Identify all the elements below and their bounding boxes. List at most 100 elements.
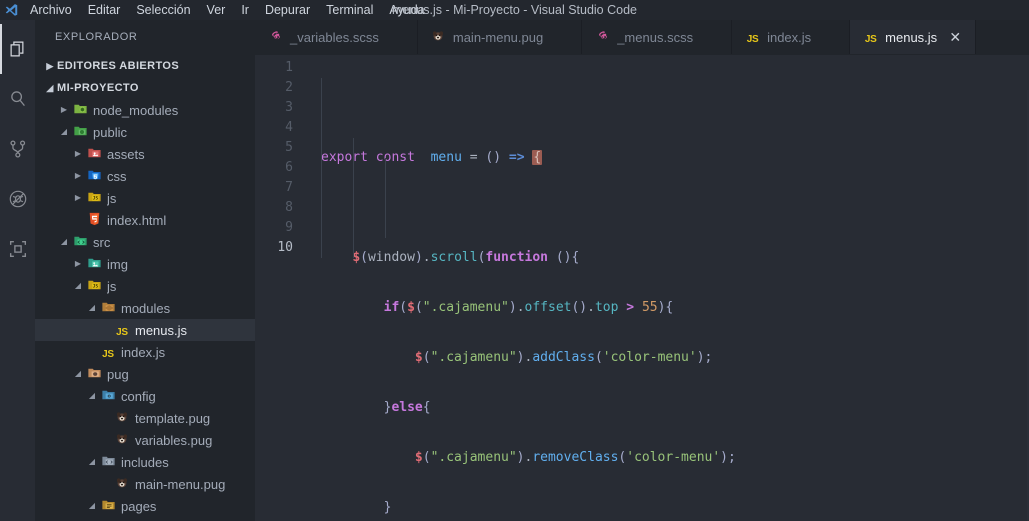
- tab-label: index.js: [767, 29, 812, 45]
- menu-bar[interactable]: Archivo Editar Selección Ver Ir Depurar …: [22, 0, 433, 20]
- editor-tab[interactable]: _menus.scss✕: [582, 20, 733, 54]
- tree-folder[interactable]: ▶ JS js: [35, 187, 255, 209]
- tree-file[interactable]: ▶main-menu.pug: [35, 473, 255, 495]
- tab-bar: _variables.scss✕main-menu.pug✕_menus.scs…: [255, 20, 1029, 55]
- file-icon-wrapper: [71, 102, 89, 118]
- pug-file-icon: [115, 410, 129, 427]
- tree-folder[interactable]: ▶ assets: [35, 143, 255, 165]
- menu-seleccion[interactable]: Selección: [128, 0, 198, 20]
- activitybar-item-search[interactable]: [0, 74, 35, 124]
- menu-depurar[interactable]: Depurar: [257, 0, 318, 20]
- folder-pages-icon: [101, 498, 116, 515]
- line-number: 7: [285, 180, 293, 195]
- chevron-right-icon[interactable]: ▶: [71, 187, 85, 209]
- editor-tab[interactable]: main-menu.pug✕: [417, 20, 583, 54]
- folder-js-icon: JS: [87, 278, 102, 295]
- line-number: 10: [277, 240, 293, 255]
- file-icon-wrapper: [99, 300, 117, 316]
- chevron-right-icon[interactable]: ▶: [57, 99, 71, 121]
- code-content[interactable]: export const menu = () => { $(window).sc…: [307, 55, 1029, 521]
- chevron-right-icon[interactable]: ▶: [71, 143, 85, 165]
- code-line-5: $(".cajamenu").addClass('color-menu');: [414, 350, 713, 365]
- section-open-editors-label: EDITORES ABIERTOS: [57, 60, 180, 72]
- menu-terminal[interactable]: Terminal: [318, 0, 381, 20]
- tree-folder[interactable]: ◢ includes: [35, 451, 255, 473]
- code-line-6: }else{: [383, 400, 431, 415]
- tree-file[interactable]: ▶JSindex.js: [35, 341, 255, 363]
- js-file-icon: JS: [746, 33, 759, 45]
- activitybar-item-explorer[interactable]: [0, 24, 35, 74]
- tree-folder[interactable]: ◢ src: [35, 231, 255, 253]
- tree-folder[interactable]: ▶ node_modules: [35, 99, 255, 121]
- file-icon-wrapper: [85, 212, 103, 228]
- section-project-root[interactable]: ◢ MI-PROYECTO: [35, 77, 255, 99]
- tree-folder[interactable]: ◢ modules: [35, 297, 255, 319]
- editor-tab[interactable]: JS menus.js ✕: [850, 20, 977, 54]
- scss-file-icon: [596, 29, 610, 46]
- js-file-icon: JS: [864, 33, 877, 45]
- folder-includes-icon: [101, 454, 116, 471]
- tab-file-icon: [594, 29, 611, 46]
- menu-editar[interactable]: Editar: [80, 0, 129, 20]
- js-file-icon: JS: [116, 326, 128, 338]
- tree-folder[interactable]: ◢ pug: [35, 363, 255, 385]
- code-line-7: $(".cajamenu").removeClass('color-menu')…: [414, 450, 736, 465]
- tab-file-icon: [430, 29, 447, 46]
- activitybar-item-source-control[interactable]: [0, 124, 35, 174]
- chevron-down-icon[interactable]: ◢: [85, 451, 99, 473]
- folder-css-icon: [87, 168, 102, 185]
- editor-tab[interactable]: _variables.scss✕: [255, 20, 418, 54]
- editor-group: _variables.scss✕main-menu.pug✕_menus.scs…: [255, 20, 1029, 521]
- pug-file-icon: [115, 432, 129, 449]
- file-icon-wrapper: JS: [99, 344, 117, 360]
- activitybar-item-debug[interactable]: [0, 174, 35, 224]
- tree-item-label: js: [107, 190, 117, 206]
- chevron-down-icon[interactable]: ◢: [85, 297, 99, 319]
- tree-file[interactable]: ▶variables.pug: [35, 429, 255, 451]
- explorer-icon: [7, 38, 29, 60]
- tree-folder[interactable]: ◢ config: [35, 385, 255, 407]
- extensions-icon: [7, 238, 29, 260]
- code-line-1: export const menu = () => {: [321, 150, 543, 165]
- file-icon-wrapper: [113, 476, 131, 492]
- section-open-editors[interactable]: ▶ EDITORES ABIERTOS: [35, 55, 255, 77]
- tree-item-label: css: [107, 168, 127, 184]
- code-line-4: if($(".cajamenu").offset().top > 55){: [383, 300, 674, 315]
- menu-archivo[interactable]: Archivo: [22, 0, 80, 20]
- code-editor[interactable]: 1 2 3 4 5 6 7 8 9 10 export const menu = () => { …: [255, 55, 1029, 521]
- chevron-down-icon[interactable]: ◢: [71, 363, 85, 385]
- chevron-down-icon[interactable]: ◢: [57, 231, 71, 253]
- chevron-right-icon[interactable]: ▶: [71, 253, 85, 275]
- tree-file[interactable]: ▶index.html: [35, 209, 255, 231]
- tree-folder[interactable]: ◢ JS js: [35, 275, 255, 297]
- menu-ver[interactable]: Ver: [199, 0, 234, 20]
- sidebar-title: EXPLORADOR: [55, 31, 138, 43]
- search-icon: [7, 88, 29, 110]
- tree-file[interactable]: ▶template.pug: [35, 407, 255, 429]
- tree-folder[interactable]: ◢ pages: [35, 495, 255, 517]
- tree-item-label: node_modules: [93, 102, 179, 118]
- chevron-down-icon[interactable]: ◢: [85, 385, 99, 407]
- tree-folder[interactable]: ▶ img: [35, 253, 255, 275]
- tree-item-label: pages: [121, 498, 157, 514]
- chevron-down-icon[interactable]: ◢: [71, 275, 85, 297]
- line-number: 9: [285, 220, 293, 235]
- menu-ayuda[interactable]: Ayuda: [381, 0, 432, 20]
- file-icon-wrapper: [113, 432, 131, 448]
- tree-folder[interactable]: ▶ css: [35, 165, 255, 187]
- menu-ir[interactable]: Ir: [233, 0, 257, 20]
- tab-file-icon: JS: [744, 30, 761, 45]
- tab-bar-empty-space: [976, 20, 1029, 54]
- chevron-down-icon: ◢: [46, 83, 54, 93]
- chevron-down-icon[interactable]: ◢: [85, 495, 99, 517]
- activitybar-item-extensions[interactable]: [0, 224, 35, 274]
- tab-close-icon[interactable]: ✕: [947, 29, 963, 45]
- file-icon-wrapper: JS: [85, 190, 103, 206]
- file-icon-wrapper: [85, 366, 103, 382]
- editor-tab[interactable]: JSindex.js✕: [732, 20, 851, 54]
- tree-file[interactable]: ▶JSmenus.js: [35, 319, 255, 341]
- chevron-down-icon[interactable]: ◢: [57, 121, 71, 143]
- chevron-right-icon[interactable]: ▶: [71, 165, 85, 187]
- line-number: 8: [285, 200, 293, 215]
- tree-folder[interactable]: ◢ public: [35, 121, 255, 143]
